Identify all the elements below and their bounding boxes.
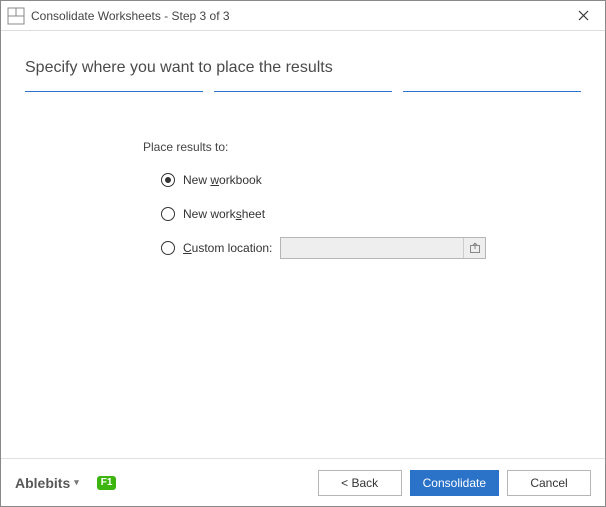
- help-badge[interactable]: F1: [97, 476, 117, 490]
- radio-new-worksheet[interactable]: New worksheet: [161, 204, 581, 224]
- titlebar: Consolidate Worksheets - Step 3 of 3: [1, 1, 605, 31]
- radio-label: New worksheet: [183, 207, 265, 221]
- back-button[interactable]: < Back: [318, 470, 402, 496]
- close-button[interactable]: [561, 1, 605, 31]
- radio-custom-location[interactable]: Custom location:: [161, 238, 581, 258]
- radio-new-workbook[interactable]: New workbook: [161, 170, 581, 190]
- radio-label: New workbook: [183, 173, 262, 187]
- page-heading: Specify where you want to place the resu…: [25, 59, 581, 77]
- cancel-button[interactable]: Cancel: [507, 470, 591, 496]
- footer: Ablebits ▾ F1 < Back Consolidate Cancel: [1, 458, 605, 506]
- consolidate-button[interactable]: Consolidate: [410, 470, 499, 496]
- chevron-down-icon: ▾: [74, 477, 79, 488]
- radio-icon: [161, 207, 175, 221]
- step-progress: [25, 91, 581, 92]
- options-heading: Place results to:: [143, 140, 581, 154]
- radio-icon: [161, 241, 175, 255]
- radio-label: Custom location:: [183, 241, 272, 255]
- content-area: Specify where you want to place the resu…: [1, 31, 605, 258]
- brand-label: Ablebits: [15, 475, 70, 491]
- app-icon: [7, 7, 25, 25]
- custom-location-input[interactable]: [281, 238, 463, 258]
- range-picker-button[interactable]: [463, 238, 485, 258]
- window-title: Consolidate Worksheets - Step 3 of 3: [31, 9, 561, 23]
- radio-icon: [161, 173, 175, 187]
- options-block: Place results to: New workbook New works…: [143, 140, 581, 258]
- brand-link[interactable]: Ablebits ▾: [15, 475, 79, 491]
- custom-location-wrap: [280, 237, 486, 259]
